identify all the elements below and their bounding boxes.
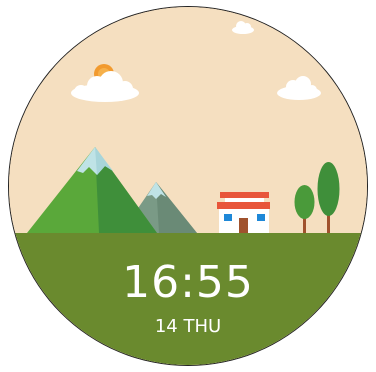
watch-face[interactable]: 16:55 14 THU — [9, 7, 367, 365]
time-display: 16:55 — [122, 257, 254, 308]
landscape-scene — [9, 7, 367, 365]
watch-screen: 16:55 14 THU — [0, 0, 376, 372]
date-display: 14 THU — [154, 316, 222, 337]
